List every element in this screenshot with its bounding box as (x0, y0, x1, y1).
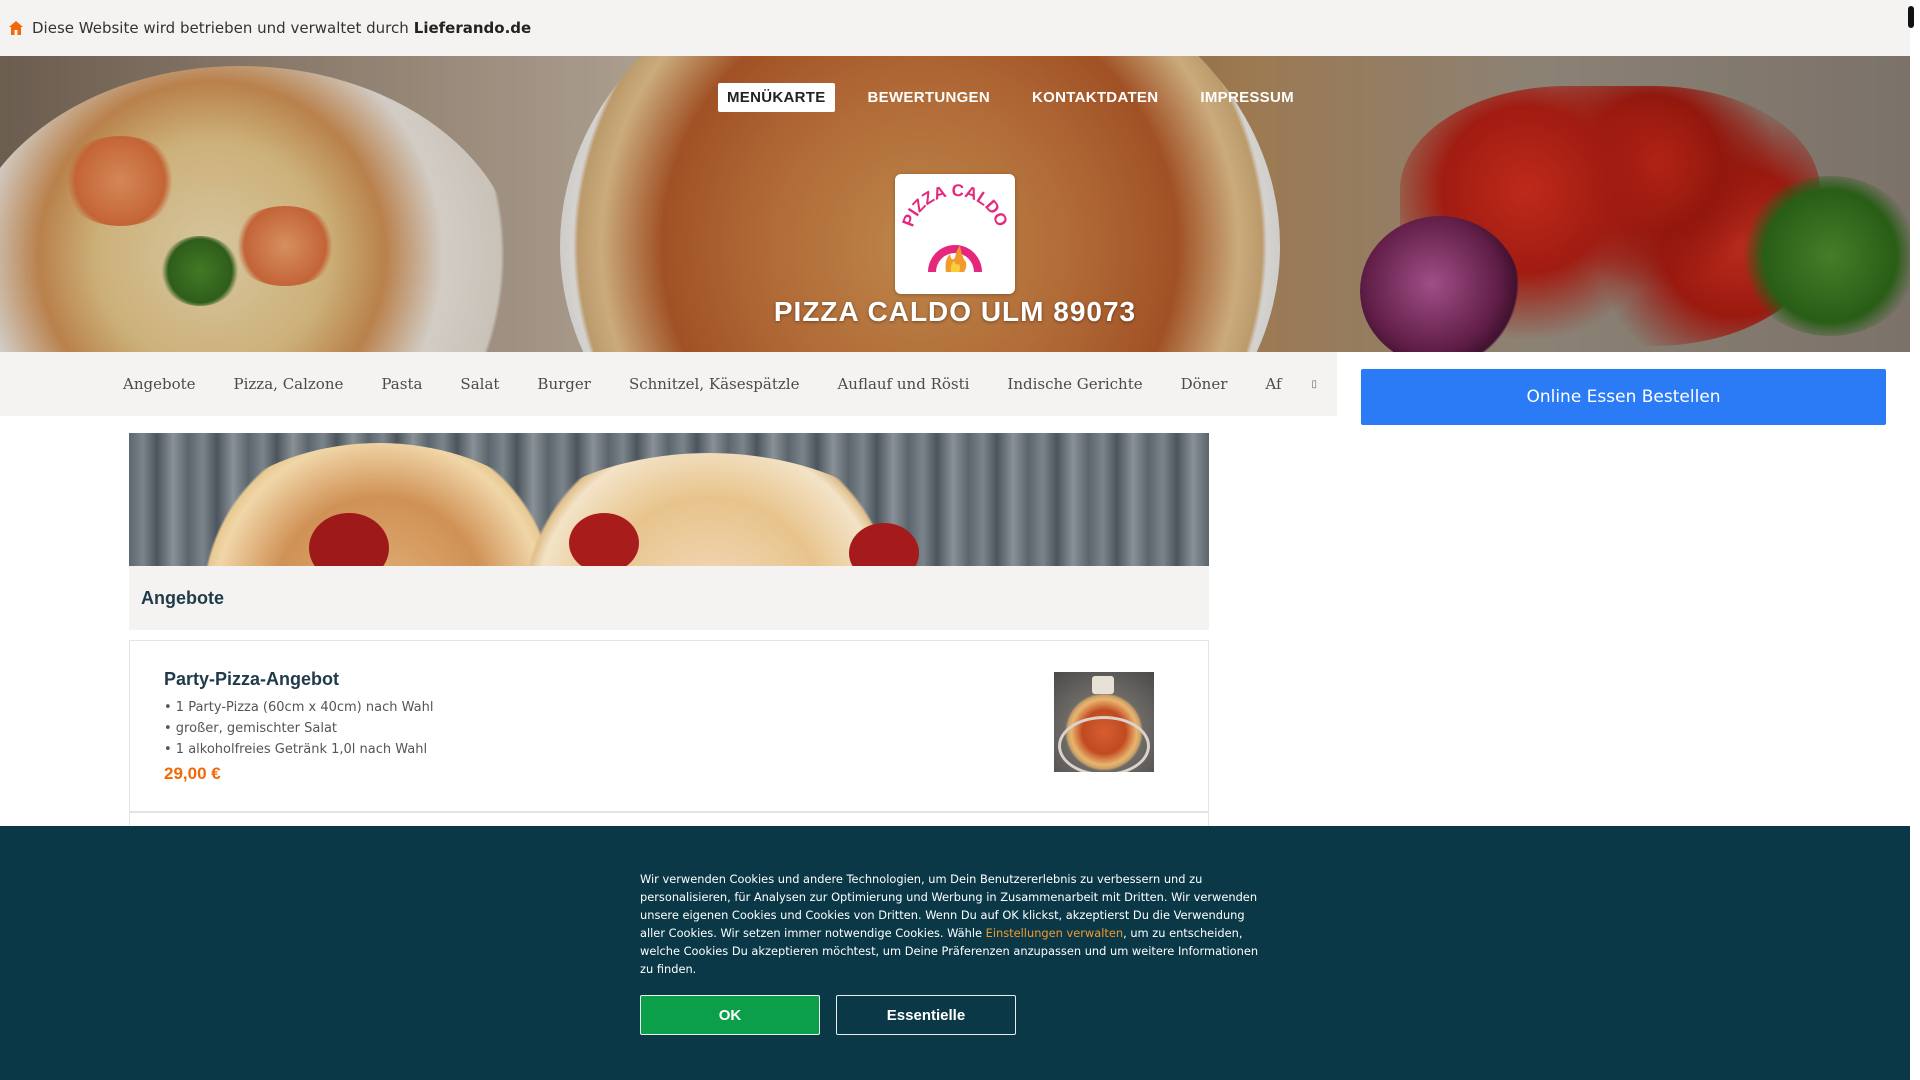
cookie-ok-button[interactable]: OK (640, 995, 820, 1035)
category-navigation: Angebote Pizza, Calzone Pasta Salat Burg… (0, 352, 1337, 416)
restaurant-title: PIZZA CALDO ULM 89073 (773, 296, 1137, 327)
cookie-consent-banner: Wir verwenden Cookies und andere Technol… (0, 826, 1910, 1080)
category-auflauf[interactable]: Auflauf und Rösti (837, 375, 969, 393)
notice-text: Diese Website wird betrieben und verwalt… (32, 19, 409, 37)
description-line: • 1 alkoholfreies Getränk 1,0l nach Wahl (164, 742, 428, 757)
manage-settings-link[interactable]: Einstellungen verwalten (986, 926, 1123, 940)
category-scroll-right-icon[interactable]: ▯ (1312, 379, 1318, 390)
nav-kontaktdaten[interactable]: KONTAKTDATEN (1023, 83, 1167, 112)
nav-impressum[interactable]: IMPRESSUM (1191, 83, 1303, 112)
house-icon (9, 21, 23, 35)
nav-menukarte[interactable]: MENÜKARTE (718, 82, 835, 112)
operator-notice-bar: Diese Website wird betrieben und verwalt… (0, 0, 1910, 56)
image-plate (1058, 716, 1150, 772)
menu-item-price: 29,00 € (164, 764, 221, 783)
section-banner-image (129, 433, 1209, 566)
lieferando-link[interactable]: Lieferando.de (414, 19, 531, 37)
image-cup (1092, 676, 1114, 694)
banner-salami (569, 513, 639, 566)
cookie-essential-button[interactable]: Essentielle (836, 995, 1016, 1035)
description-line: • großer, gemischter Salat (164, 721, 338, 736)
category-truncated[interactable]: Af (1265, 375, 1281, 393)
menu-item-description: • 1 Party-Pizza (60cm x 40cm) nach Wahl … (164, 697, 433, 760)
hero-navigation: MENÜKARTE BEWERTUNGEN KONTAKTDATEN IMPRE… (718, 82, 1327, 112)
next-menu-item-edge (129, 812, 1209, 826)
section-title: Angebote (129, 566, 1209, 630)
category-angebote[interactable]: Angebote (123, 375, 196, 393)
category-indische-gerichte[interactable]: Indische Gerichte (1007, 375, 1142, 393)
category-pizza-calzone[interactable]: Pizza, Calzone (234, 375, 344, 393)
category-pasta[interactable]: Pasta (381, 375, 422, 393)
description-line: • 1 Party-Pizza (60cm x 40cm) nach Wahl (164, 700, 434, 715)
cookie-text: Wir verwenden Cookies und andere Technol… (640, 870, 1270, 978)
category-burger[interactable]: Burger (537, 375, 591, 393)
pizza-caldo-logo-graphic: PIZZA CALDO (900, 184, 1010, 272)
scrollbar-thumb[interactable] (1908, 6, 1914, 28)
category-schnitzel[interactable]: Schnitzel, Käsespätzle (629, 375, 800, 393)
menu-item-name: Party-Pizza-Angebot (164, 669, 340, 689)
menu-item[interactable]: Party-Pizza-Angebot • 1 Party-Pizza (60c… (129, 640, 1209, 812)
order-online-button[interactable]: Online Essen Bestellen (1361, 369, 1886, 425)
nav-bewertungen[interactable]: BEWERTUNGEN (859, 83, 999, 112)
category-doener[interactable]: Döner (1181, 375, 1228, 393)
logo-lettering: PIZZA CALDO (900, 184, 1010, 229)
restaurant-logo: PIZZA CALDO (895, 174, 1015, 294)
menu-item-image (1054, 672, 1154, 772)
category-salat[interactable]: Salat (460, 375, 499, 393)
